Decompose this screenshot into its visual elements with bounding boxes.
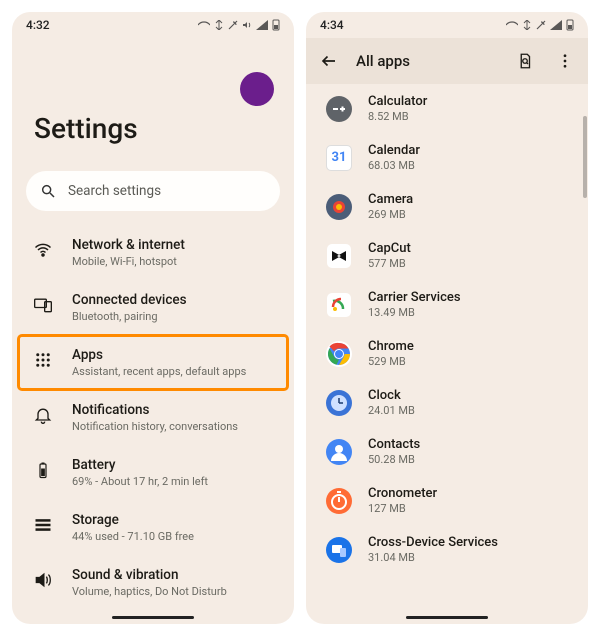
app-name: Contacts: [368, 437, 420, 452]
app-icon: [326, 194, 352, 220]
app-name: Chrome: [368, 339, 414, 354]
app-name: Calculator: [368, 94, 427, 109]
app-size: 13.49 MB: [368, 306, 461, 319]
app-name: Carrier Services: [368, 290, 461, 305]
app-icon: [326, 390, 352, 416]
topbar-title: All apps: [356, 52, 498, 70]
app-row-calendar[interactable]: 31 Calendar68.03 MB: [306, 133, 588, 182]
settings-list: Network & internet Mobile, Wi-Fi, hotspot…: [12, 225, 294, 610]
app-row-cronometer[interactable]: Cronometer127 MB: [306, 476, 588, 525]
row-subtitle: Notification history, conversations: [72, 420, 238, 433]
page-search-icon: [516, 52, 534, 70]
app-size: 24.01 MB: [368, 404, 415, 417]
clock-time: 4:34: [320, 18, 506, 32]
row-title: Battery: [72, 457, 208, 473]
sound-icon: [32, 569, 54, 591]
page-title: Settings: [34, 112, 276, 145]
search-placeholder: Search settings: [68, 183, 161, 199]
app-icon: 31: [326, 145, 352, 171]
app-size: 68.03 MB: [368, 159, 420, 172]
row-subtitle: 44% used - 71.10 GB free: [72, 530, 194, 543]
app-size: 50.28 MB: [368, 453, 420, 466]
search-icon: [40, 183, 56, 199]
app-size: 127 MB: [368, 502, 437, 515]
wifi-icon: [32, 239, 54, 261]
app-icon: [326, 243, 352, 269]
row-title: Sound & vibration: [72, 567, 227, 583]
app-size: 269 MB: [368, 208, 413, 221]
app-row-calculator[interactable]: Calculator8.52 MB: [306, 84, 588, 133]
overflow-menu-button[interactable]: [552, 48, 578, 74]
app-icon: [326, 96, 352, 122]
app-icon: [326, 292, 352, 318]
settings-row-network[interactable]: Network & internet Mobile, Wi-Fi, hotspot: [18, 225, 288, 280]
search-settings[interactable]: Search settings: [26, 171, 280, 211]
bell-icon: [32, 404, 54, 426]
clock-time: 4:32: [26, 18, 198, 32]
app-row-carrier-services[interactable]: Carrier Services13.49 MB: [306, 280, 588, 329]
app-size: 529 MB: [368, 355, 414, 368]
row-subtitle: Assistant, recent apps, default apps: [72, 365, 246, 378]
row-title: Storage: [72, 512, 194, 528]
apps-icon: [32, 349, 54, 371]
settings-row-notif[interactable]: Notifications Notification history, conve…: [18, 390, 288, 445]
app-row-camera[interactable]: Camera269 MB: [306, 182, 588, 231]
allapps-screen: 4:34 All apps Calculator8.52 MB 31 Calenda…: [306, 12, 588, 624]
app-name: Calendar: [368, 143, 420, 158]
app-icon: [326, 488, 352, 514]
row-title: Connected devices: [72, 292, 187, 308]
app-name: CapCut: [368, 241, 411, 256]
settings-row-sound[interactable]: Sound & vibration Volume, haptics, Do Not…: [18, 555, 288, 610]
storage-icon: [32, 514, 54, 536]
row-title: Notifications: [72, 402, 238, 418]
app-row-contacts[interactable]: Contacts50.28 MB: [306, 427, 588, 476]
app-row-cross-device-services[interactable]: Cross-Device Services31.04 MB: [306, 525, 588, 574]
row-subtitle: Mobile, Wi-Fi, hotspot: [72, 255, 185, 268]
profile-avatar[interactable]: [240, 72, 274, 106]
battery-icon: [32, 459, 54, 481]
app-name: Cronometer: [368, 486, 437, 501]
settings-row-apps[interactable]: Apps Assistant, recent apps, default apps: [18, 335, 288, 390]
back-button[interactable]: [316, 48, 342, 74]
row-title: Apps: [72, 347, 246, 363]
allapps-topbar: All apps: [306, 38, 588, 84]
app-size: 8.52 MB: [368, 110, 427, 123]
row-subtitle: Volume, haptics, Do Not Disturb: [72, 585, 227, 598]
settings-screen: 4:32 Settings Search settings Network & …: [12, 12, 294, 624]
app-name: Camera: [368, 192, 413, 207]
gesture-bar: [306, 610, 588, 624]
app-name: Cross-Device Services: [368, 535, 498, 550]
app-icon: [326, 341, 352, 367]
app-list[interactable]: Calculator8.52 MB 31 Calendar68.03 MB Camer…: [306, 84, 588, 610]
row-subtitle: Bluetooth, pairing: [72, 310, 187, 323]
search-in-page-button[interactable]: [512, 48, 538, 74]
status-bar: 4:32: [12, 12, 294, 38]
app-row-chrome[interactable]: Chrome529 MB: [306, 329, 588, 378]
app-size: 577 MB: [368, 257, 411, 270]
app-icon: [326, 439, 352, 465]
app-row-capcut[interactable]: CapCut577 MB: [306, 231, 588, 280]
app-row-clock[interactable]: Clock24.01 MB: [306, 378, 588, 427]
status-icons: [198, 19, 280, 31]
devices-icon: [32, 294, 54, 316]
app-name: Clock: [368, 388, 415, 403]
app-size: 31.04 MB: [368, 551, 498, 564]
row-title: Network & internet: [72, 237, 185, 253]
settings-hero: Settings: [12, 38, 294, 171]
status-icons: [506, 19, 574, 31]
app-icon: [326, 537, 352, 563]
settings-row-connected[interactable]: Connected devices Bluetooth, pairing: [18, 280, 288, 335]
settings-row-battery[interactable]: Battery 69% - About 17 hr, 2 min left: [18, 445, 288, 500]
settings-row-storage[interactable]: Storage 44% used - 71.10 GB free: [18, 500, 288, 555]
gesture-bar: [12, 610, 294, 624]
scrollbar[interactable]: [583, 116, 587, 198]
more-vert-icon: [556, 52, 574, 70]
status-bar: 4:34: [306, 12, 588, 38]
row-subtitle: 69% - About 17 hr, 2 min left: [72, 475, 208, 488]
back-icon: [320, 52, 338, 70]
